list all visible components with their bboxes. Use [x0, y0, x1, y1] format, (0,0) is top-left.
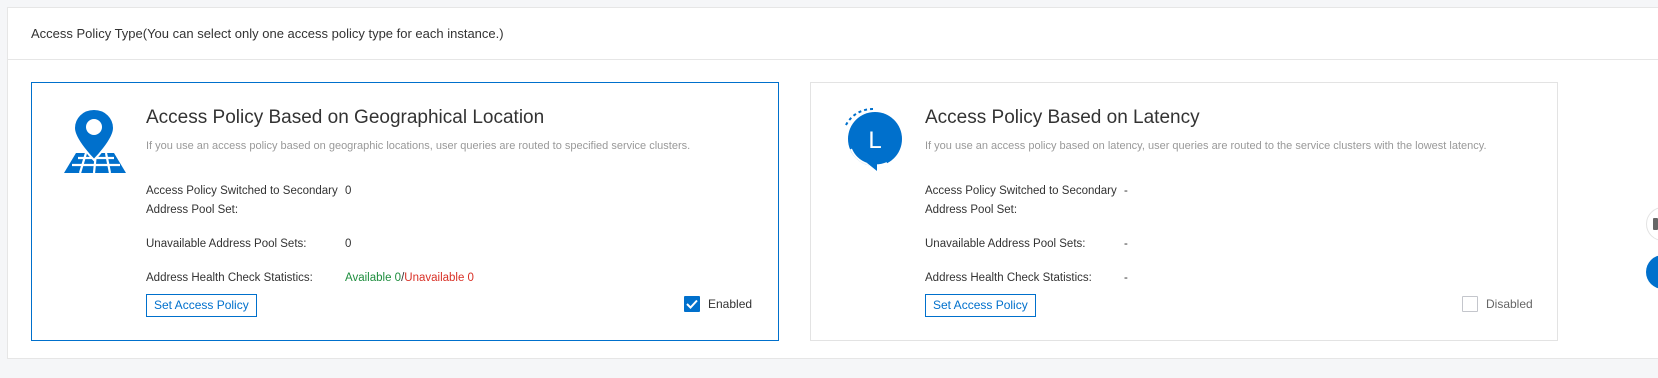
switched-secondary-value: 0	[345, 185, 352, 197]
set-access-policy-button[interactable]: Set Access Policy	[146, 294, 257, 317]
latency-icon-letter: L	[868, 127, 881, 154]
card-title: Access Policy Based on Latency	[925, 107, 1200, 128]
unavailable-count: Unavailable 0	[404, 272, 474, 284]
checkbox-checked-icon[interactable]	[684, 296, 700, 312]
enabled-checkbox[interactable]: Enabled	[684, 296, 752, 312]
geo-policy-card[interactable]: Access Policy Based on Geographical Loca…	[31, 82, 779, 341]
available-count: Available 0	[345, 272, 402, 284]
unavailable-pool-sets-label: Unavailable Address Pool Sets:	[146, 238, 307, 250]
panel-title: Access Policy Type(You can select only o…	[31, 26, 504, 41]
enabled-label: Enabled	[708, 297, 753, 311]
disabled-checkbox[interactable]: Disabled	[1462, 296, 1533, 312]
health-check-value: Available 0/Unavailable 0	[345, 269, 474, 288]
unavailable-pool-sets-label: Unavailable Address Pool Sets:	[925, 238, 1086, 250]
card-description: If you use an access policy based on geo…	[146, 140, 691, 152]
switched-secondary-label: Access Policy Switched to Secondary Addr…	[146, 185, 338, 216]
checkbox-unchecked-icon[interactable]	[1462, 296, 1478, 312]
card-description: If you use an access policy based on lat…	[925, 140, 1487, 152]
unavailable-pool-sets-value: 0	[345, 238, 352, 250]
panel-header: Access Policy Type(You can select only o…	[8, 8, 1658, 60]
health-check-value: -	[1124, 272, 1128, 284]
latency-clock-icon: L	[837, 105, 909, 177]
set-access-policy-button[interactable]: Set Access Policy	[925, 294, 1036, 317]
switched-secondary-label: Access Policy Switched to Secondary Addr…	[925, 185, 1117, 216]
card-title: Access Policy Based on Geographical Loca…	[146, 107, 545, 128]
location-pin-map-icon	[58, 105, 130, 177]
latency-policy-card[interactable]: L Access Policy Based on Latency If you …	[810, 82, 1558, 341]
disabled-label: Disabled	[1486, 297, 1533, 311]
access-policy-panel: Access Policy Type(You can select only o…	[7, 7, 1658, 359]
feedback-icon	[1653, 218, 1658, 230]
health-check-label: Address Health Check Statistics:	[146, 272, 313, 284]
switched-secondary-value: -	[1124, 185, 1128, 197]
unavailable-pool-sets-value: -	[1124, 238, 1128, 250]
health-check-label: Address Health Check Statistics:	[925, 272, 1092, 284]
